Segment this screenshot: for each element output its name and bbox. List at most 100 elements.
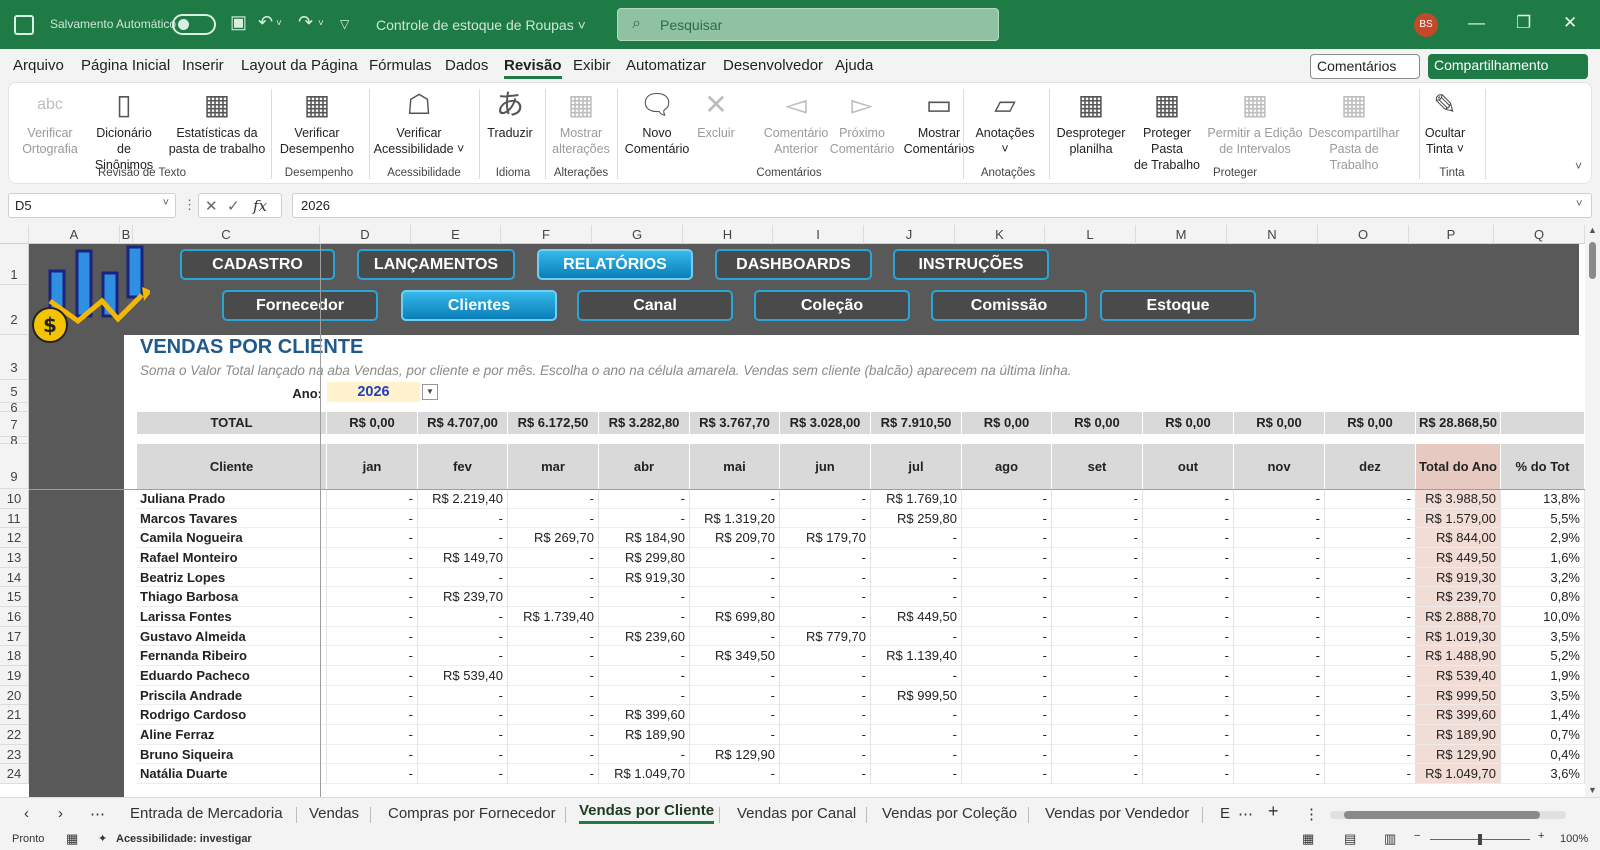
table-cell[interactable]: - <box>962 764 1052 784</box>
table-cell[interactable]: - <box>1234 568 1325 587</box>
table-cell[interactable]: R$ 1.488,90 <box>1416 646 1501 666</box>
table-cell[interactable]: - <box>327 705 418 725</box>
table-cell[interactable]: R$ 2.888,70 <box>1416 607 1501 627</box>
table-cell[interactable]: - <box>327 646 418 666</box>
column-title-client[interactable]: Cliente <box>137 444 327 489</box>
table-cell[interactable]: - <box>1234 509 1325 528</box>
table-cell[interactable]: R$ 1.019,30 <box>1416 627 1501 646</box>
ribbon-button-book[interactable]: ▯ Dicionário de Sinônimos <box>87 87 161 173</box>
table-cell[interactable]: R$ 449,50 <box>871 607 962 627</box>
row-header-22[interactable]: 22 <box>0 725 29 745</box>
column-header-p[interactable]: P <box>1409 225 1494 244</box>
menu-arquivo[interactable]: Arquivo <box>13 57 64 74</box>
table-cell[interactable]: - <box>1234 528 1325 548</box>
column-header-l[interactable]: L <box>1045 225 1136 244</box>
table-cell[interactable]: - <box>690 666 780 686</box>
table-cell[interactable]: - <box>418 607 508 627</box>
table-cell[interactable]: R$ 919,30 <box>599 568 690 587</box>
total-cell[interactable]: R$ 28.868,50 <box>1416 412 1501 434</box>
table-cell[interactable]: R$ 539,40 <box>418 666 508 686</box>
table-cell[interactable]: R$ 779,70 <box>780 627 871 646</box>
zoom-out-icon[interactable]: − <box>1414 830 1420 842</box>
vertical-scrollbar[interactable]: ▲ ▼ <box>1585 225 1600 797</box>
column-header-g[interactable]: G <box>592 225 683 244</box>
table-cell[interactable]: - <box>780 725 871 745</box>
nav-lan-amentos-button[interactable]: LANÇAMENTOS <box>357 249 515 280</box>
ribbon-button-accessibility[interactable]: ☖ Verificar Acessibilidade ˅ <box>371 87 467 157</box>
table-cell[interactable]: R$ 189,90 <box>599 725 690 745</box>
table-cell[interactable]: - <box>1325 627 1416 646</box>
row-header-14[interactable]: 14 <box>0 568 29 587</box>
row-header-19[interactable]: 19 <box>0 666 29 686</box>
menu-revis-o[interactable]: Revisão <box>504 57 562 79</box>
subnav-fornecedor-button[interactable]: Fornecedor <box>222 290 378 321</box>
table-cell[interactable]: - <box>871 587 962 607</box>
table-cell[interactable]: - <box>1234 489 1325 509</box>
ribbon-button-show-comments[interactable]: ▭ Mostrar Comentários <box>899 87 979 157</box>
ribbon-button-allow-edit[interactable]: ▦ Permitir a Edição de Intervalos <box>1207 87 1303 157</box>
table-cell[interactable]: - <box>599 587 690 607</box>
collapse-ribbon-icon[interactable]: ˅ <box>1575 159 1582 173</box>
column-header-q[interactable]: Q <box>1494 225 1585 244</box>
table-cell[interactable]: - <box>962 509 1052 528</box>
total-cell[interactable]: R$ 0,00 <box>1234 412 1325 434</box>
formula-input[interactable]: 2026 <box>292 193 1592 218</box>
ribbon-button-ink[interactable]: ✎ Ocultar Tinta ˅ <box>1423 87 1467 157</box>
redo-dropdown-icon[interactable]: ˅ <box>318 18 324 29</box>
table-cell[interactable]: - <box>327 528 418 548</box>
table-cell[interactable]: - <box>1052 607 1143 627</box>
table-cell[interactable]: - <box>1325 764 1416 784</box>
column-header-m[interactable]: M <box>1136 225 1227 244</box>
subnav-estoque-button[interactable]: Estoque <box>1100 290 1256 321</box>
table-cell[interactable]: - <box>327 686 418 705</box>
column-header-h[interactable]: H <box>683 225 773 244</box>
column-title-col6[interactable]: jun <box>780 444 871 489</box>
table-cell[interactable]: - <box>327 627 418 646</box>
menu-p-gina-inicial[interactable]: Página Inicial <box>81 57 170 74</box>
client-name-cell[interactable]: Marcos Tavares <box>137 509 327 528</box>
client-name-cell[interactable]: Bruno Siqueira <box>137 745 327 764</box>
table-cell[interactable]: - <box>962 607 1052 627</box>
row-header-15[interactable]: 15 <box>0 587 29 607</box>
table-cell[interactable]: - <box>1325 646 1416 666</box>
total-cell-empty[interactable] <box>1501 412 1585 434</box>
table-cell[interactable]: - <box>599 686 690 705</box>
name-box[interactable]: D5 ˅ <box>8 193 176 218</box>
table-cell[interactable]: R$ 1.319,20 <box>690 509 780 528</box>
table-cell[interactable]: - <box>962 646 1052 666</box>
macro-record-icon[interactable]: ▦ <box>66 831 78 847</box>
table-cell[interactable]: R$ 1.579,00 <box>1416 509 1501 528</box>
subnav-comiss-o-button[interactable]: Comissão <box>931 290 1087 321</box>
accessibility-status[interactable]: Acessibilidade: investigar <box>116 833 252 845</box>
table-cell[interactable]: - <box>599 489 690 509</box>
table-cell[interactable]: - <box>508 646 599 666</box>
table-cell[interactable]: 3,5% <box>1501 686 1585 705</box>
table-cell[interactable]: - <box>690 489 780 509</box>
zoom-slider-thumb[interactable] <box>1478 834 1482 845</box>
undo-dropdown-icon[interactable]: ˅ <box>276 18 282 29</box>
column-title-col3[interactable]: mar <box>508 444 599 489</box>
table-cell[interactable]: 13,8% <box>1501 489 1585 509</box>
column-title-col12[interactable]: dez <box>1325 444 1416 489</box>
restore-icon[interactable]: ❐ <box>1516 13 1531 33</box>
client-name-cell[interactable]: Natália Duarte <box>137 764 327 784</box>
table-cell[interactable]: - <box>1143 725 1234 745</box>
table-cell[interactable]: - <box>1143 705 1234 725</box>
row-header-24[interactable]: 24 <box>0 764 29 784</box>
table-cell[interactable]: - <box>1234 705 1325 725</box>
prev-sheet-icon[interactable]: ‹ <box>24 805 29 822</box>
table-cell[interactable]: - <box>508 627 599 646</box>
table-cell[interactable]: R$ 1.049,70 <box>1416 764 1501 784</box>
row-header-13[interactable]: 13 <box>0 548 29 568</box>
table-cell[interactable]: - <box>599 666 690 686</box>
row-header-6[interactable]: 6 <box>0 401 29 414</box>
table-cell[interactable]: - <box>1234 764 1325 784</box>
table-cell[interactable]: - <box>1325 725 1416 745</box>
table-cell[interactable]: R$ 209,70 <box>690 528 780 548</box>
normal-view-icon[interactable]: ▦ <box>1302 831 1314 847</box>
table-cell[interactable]: - <box>599 607 690 627</box>
enter-icon[interactable]: ✓ <box>227 197 240 215</box>
table-cell[interactable]: - <box>327 509 418 528</box>
share-button[interactable]: Compartilhamento <box>1428 54 1588 79</box>
table-cell[interactable]: - <box>1143 528 1234 548</box>
